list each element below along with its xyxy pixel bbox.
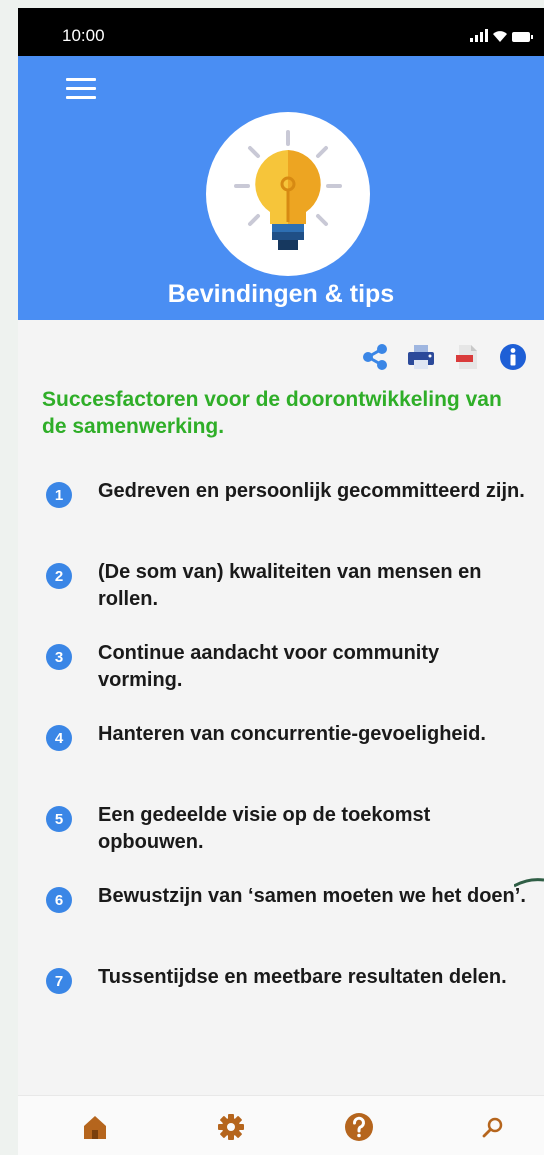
number-badge: 3: [46, 644, 72, 670]
print-button[interactable]: [404, 340, 438, 374]
list-item: 1 Gedreven en persoonlijk gecommitteerd …: [42, 478, 532, 559]
number-badge: 2: [46, 563, 72, 589]
nav-home-button[interactable]: [78, 1112, 112, 1142]
decorative-curve: [514, 878, 544, 888]
number-badge: 4: [46, 725, 72, 751]
nav-search-button[interactable]: [476, 1112, 510, 1142]
pdf-button[interactable]: [450, 340, 484, 374]
list-item-text: Tussentijdse en meetbare resultaten dele…: [98, 966, 507, 988]
help-icon: [345, 1113, 373, 1141]
list-item-text: Een gedeelde visie op de toekomst opbouw…: [98, 804, 431, 853]
lightbulb-icon: [234, 130, 342, 250]
section-title: Succesfactoren voor de doorontwikkeling …: [42, 388, 502, 438]
lightbulb-logo: [206, 112, 370, 276]
home-icon: [84, 1116, 106, 1139]
number-badge: 1: [46, 482, 72, 508]
list-item-text: Continue aandacht voor community vorming…: [98, 642, 440, 691]
status-time: 10:00: [62, 26, 105, 45]
list-item-text: Gedreven en persoonlijk gecommitteerd zi…: [98, 480, 525, 502]
hamburger-menu-icon[interactable]: [66, 78, 96, 100]
status-bar: 10:00: [18, 8, 544, 56]
pdf-icon: [456, 345, 477, 369]
number-badge: 5: [46, 806, 72, 832]
share-button[interactable]: [358, 340, 392, 374]
number-badge: 7: [46, 968, 72, 994]
nav-help-button[interactable]: [342, 1112, 376, 1142]
signal-icon: [470, 29, 488, 42]
list-item: 6 Bewustzijn van ‘samen moeten we het do…: [42, 883, 532, 964]
bottom-navigation: [18, 1095, 544, 1155]
number-badge: 6: [46, 887, 72, 913]
search-icon: [482, 1117, 503, 1138]
list-item: 4 Hanteren van concurrentie-gevoeligheid…: [42, 721, 532, 802]
nav-settings-button[interactable]: [214, 1112, 248, 1142]
success-factors-list: 1 Gedreven en persoonlijk gecommitteerd …: [42, 478, 532, 1045]
settings-gear-icon: [218, 1114, 244, 1140]
list-item: 7 Tussentijdse en meetbare resultaten de…: [42, 964, 532, 1045]
action-toolbar: [358, 340, 530, 374]
status-icons: [470, 28, 533, 42]
battery-icon: [512, 32, 533, 42]
app-screen: 10:00 Bevindingen & tips Succesfactoren …: [18, 8, 544, 1155]
list-item-text: (De som van) kwaliteiten van mensen en r…: [98, 561, 482, 610]
info-button[interactable]: [496, 340, 530, 374]
list-item: 5 Een gedeelde visie op de toekomst opbo…: [42, 802, 532, 883]
printer-icon: [408, 345, 434, 369]
share-icon: [363, 344, 387, 370]
list-item-text: Bewustzijn van ‘samen moeten we het doen…: [98, 885, 526, 907]
header: Bevindingen & tips: [18, 56, 544, 320]
list-item-text: Hanteren van concurrentie-gevoeligheid.: [98, 723, 486, 745]
list-item: 2 (De som van) kwaliteiten van mensen en…: [42, 559, 532, 640]
wifi-icon: [493, 31, 507, 42]
page-title: Bevindingen & tips: [167, 280, 395, 308]
info-icon: [500, 344, 526, 370]
list-item: 3 Continue aandacht voor community vormi…: [42, 640, 532, 721]
